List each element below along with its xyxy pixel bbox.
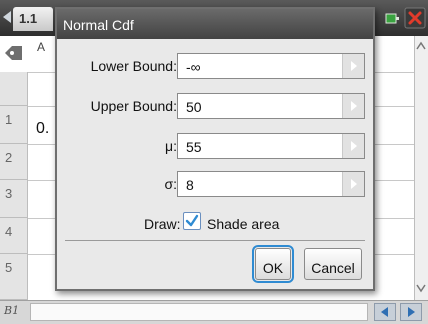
lower-bound-row: Lower Bound: -∞ <box>57 51 373 81</box>
battery-icon <box>385 13 399 24</box>
row-header-formula <box>0 72 28 106</box>
lower-bound-field[interactable]: -∞ <box>177 53 365 79</box>
nav-left-button[interactable] <box>374 303 396 321</box>
row-header-1[interactable]: 1 <box>0 106 28 144</box>
mean-field[interactable]: 55 <box>177 133 365 159</box>
dropdown-arrow-icon[interactable] <box>342 94 364 118</box>
back-arrow-icon[interactable] <box>3 11 11 23</box>
upper-bound-row: Upper Bound: 50 <box>57 91 373 121</box>
std-dev-value: 8 <box>186 177 194 193</box>
ok-button[interactable]: OK <box>252 245 294 283</box>
row-header-3[interactable]: 3 <box>0 180 28 218</box>
column-header-a[interactable]: A <box>37 40 45 54</box>
cancel-button[interactable]: Cancel <box>304 248 362 280</box>
formula-entry-field[interactable] <box>30 303 368 321</box>
close-icon[interactable] <box>404 7 426 29</box>
row-header-4[interactable]: 4 <box>0 218 28 254</box>
cell-reference: B1 <box>4 304 20 317</box>
mean-label: μ: <box>165 138 177 154</box>
std-dev-label: σ: <box>164 176 177 192</box>
mean-row: μ: 55 <box>57 131 373 161</box>
std-dev-row: σ: 8 <box>57 169 373 199</box>
upper-bound-label: Upper Bound: <box>90 98 177 114</box>
lower-bound-value: -∞ <box>186 59 201 75</box>
lower-bound-label: Lower Bound: <box>90 58 177 74</box>
cell-a1[interactable]: 0. <box>36 120 49 138</box>
nav-right-button[interactable] <box>400 303 422 321</box>
scroll-up-icon[interactable] <box>416 40 426 52</box>
normal-cdf-dialog: Normal Cdf Lower Bound: -∞ Upper Bound: … <box>55 7 375 291</box>
row-header-2[interactable]: 2 <box>0 144 28 180</box>
tag-icon <box>5 46 22 60</box>
row-header-5[interactable]: 5 <box>0 254 28 300</box>
dropdown-arrow-icon[interactable] <box>342 134 364 158</box>
dialog-divider <box>65 240 365 241</box>
dialog-title: Normal Cdf <box>57 9 373 39</box>
upper-bound-value: 50 <box>186 99 202 115</box>
dropdown-arrow-icon[interactable] <box>342 54 364 78</box>
nav-right-icon <box>408 307 415 317</box>
shade-area-checkbox[interactable] <box>183 212 201 230</box>
scroll-down-icon[interactable] <box>416 282 426 294</box>
nav-left-icon <box>381 307 388 317</box>
upper-bound-field[interactable]: 50 <box>177 93 365 119</box>
tab-page-1-1[interactable]: 1.1 <box>13 7 53 31</box>
dropdown-arrow-icon[interactable] <box>342 172 364 196</box>
draw-label: Draw: <box>144 216 181 232</box>
std-dev-field[interactable]: 8 <box>177 171 365 197</box>
mean-value: 55 <box>186 139 202 155</box>
vertical-scrollbar[interactable] <box>414 36 428 300</box>
checkmark-icon <box>185 214 199 227</box>
shade-area-label[interactable]: Shade area <box>207 216 279 232</box>
